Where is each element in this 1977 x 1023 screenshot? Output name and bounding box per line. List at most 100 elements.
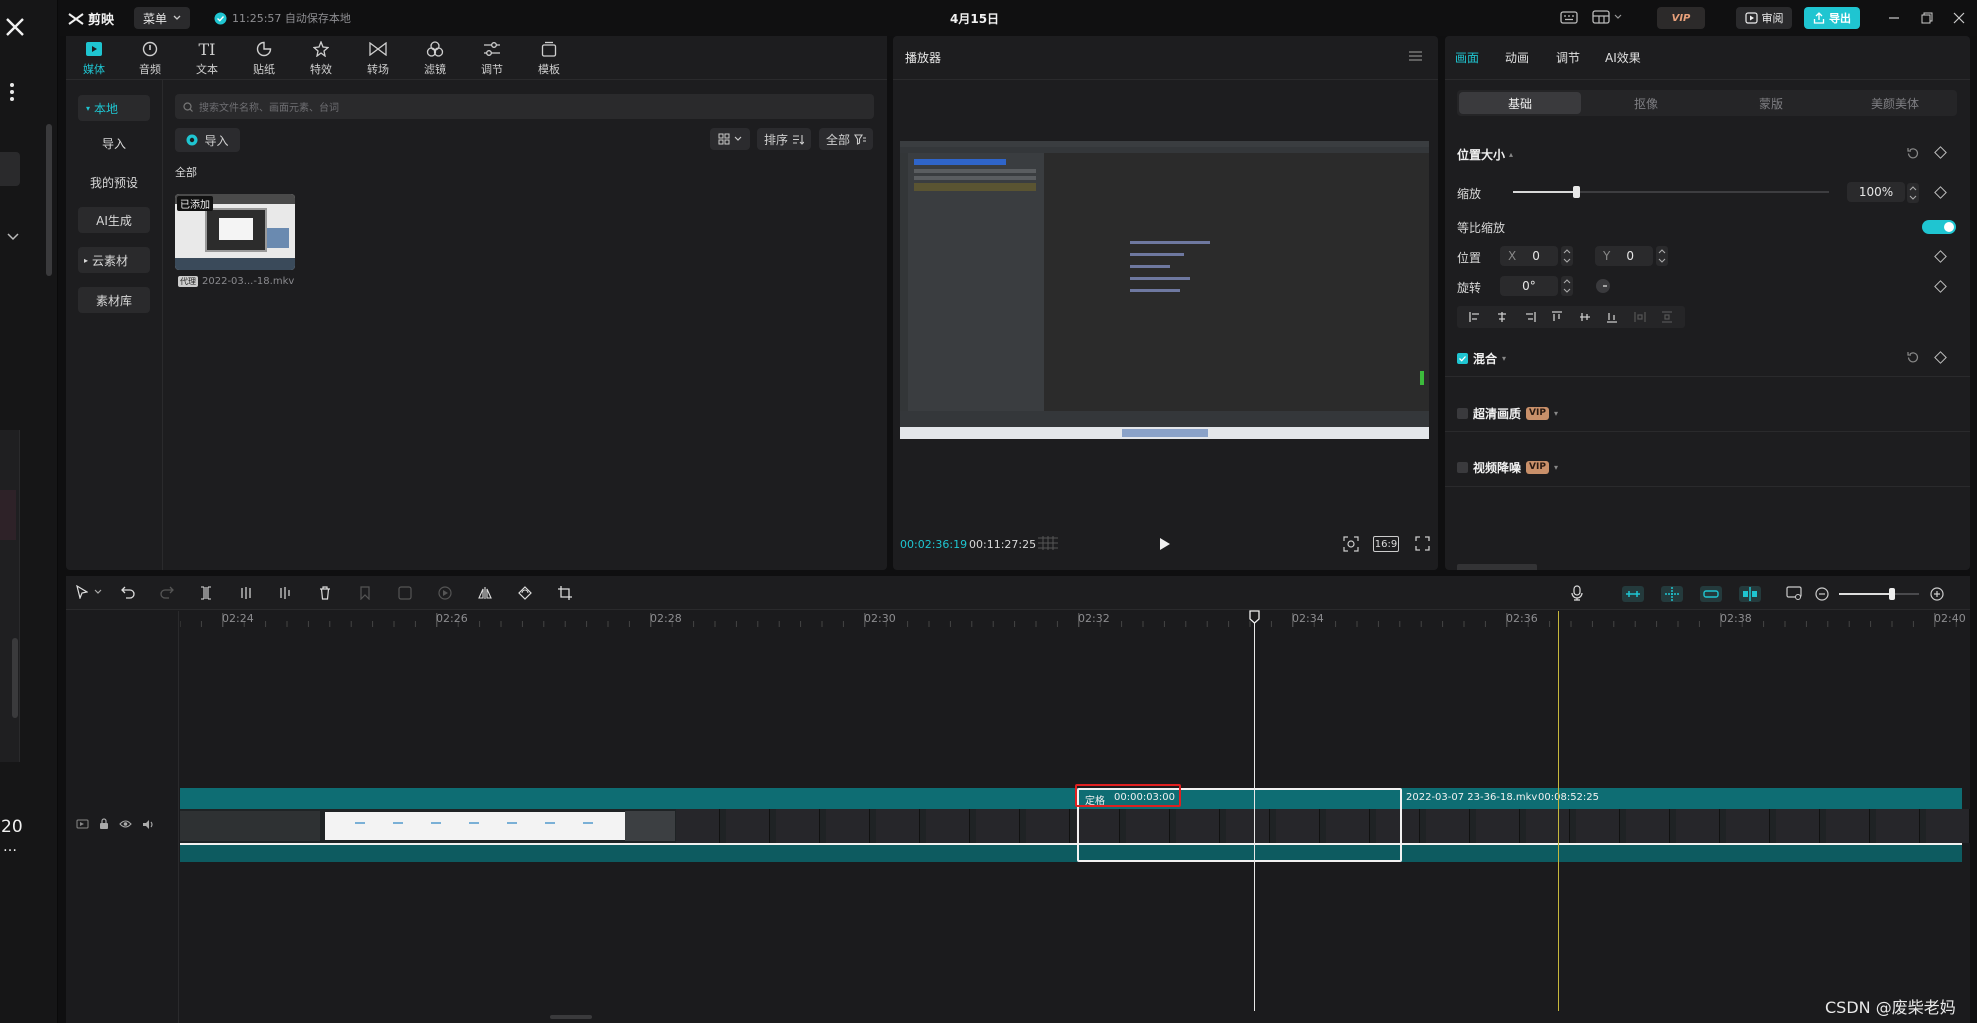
strip-tab[interactable] xyxy=(0,152,20,186)
align-center-v-icon[interactable] xyxy=(1579,311,1591,323)
distribute-v-icon[interactable] xyxy=(1661,311,1673,323)
rotation-input[interactable]: 0° xyxy=(1500,276,1558,296)
reverse-icon[interactable] xyxy=(438,586,452,600)
scale-input[interactable]: 100% xyxy=(1847,182,1905,202)
split-left-icon[interactable] xyxy=(240,586,252,600)
mark-icon[interactable] xyxy=(359,586,371,600)
import-button[interactable]: 导入 xyxy=(175,128,240,152)
tab-effects[interactable]: 特效 xyxy=(301,38,341,77)
tab-template[interactable]: 模板 xyxy=(529,38,569,77)
blend-header[interactable]: 混合 ▾ xyxy=(1457,350,1506,367)
aspect-ratio-button[interactable]: 16:9 xyxy=(1373,536,1399,552)
play-icon[interactable] xyxy=(1159,537,1171,551)
tab-audio[interactable]: 音频 xyxy=(130,38,170,77)
playhead-handle[interactable] xyxy=(1249,610,1260,624)
checkbox-icon[interactable] xyxy=(1457,408,1468,419)
tab-sticker[interactable]: 贴纸 xyxy=(244,38,284,77)
zoom-slider-thumb[interactable] xyxy=(1889,588,1895,600)
media-search-input[interactable]: 搜索文件名称、画面元素、台词 xyxy=(175,94,874,119)
checkbox-icon[interactable] xyxy=(1457,462,1468,473)
rotate-icon[interactable] xyxy=(518,586,532,600)
filter-button[interactable]: 全部 xyxy=(819,128,873,150)
sidebar-item-cloud[interactable]: ▸ 云素材 xyxy=(78,247,150,273)
scrollbar[interactable] xyxy=(46,124,52,276)
inspector-tab-video[interactable]: 画面 xyxy=(1455,49,1479,66)
position-x-stepper[interactable] xyxy=(1561,246,1573,266)
subtab-cutout[interactable]: 抠像 xyxy=(1585,92,1707,114)
sidebar-item-library[interactable]: 素材库 xyxy=(78,287,150,313)
keyboard-icon[interactable] xyxy=(1560,11,1578,24)
export-button[interactable]: 导出 xyxy=(1804,7,1860,29)
eye-icon[interactable] xyxy=(119,819,132,829)
inspector-tab-animation[interactable]: 动画 xyxy=(1505,49,1529,66)
mirror-icon[interactable] xyxy=(478,586,492,600)
scale-slider-thumb[interactable] xyxy=(1573,186,1581,198)
denoise-header[interactable]: 视频降噪 VIP ▾ xyxy=(1457,459,1558,476)
checkbox-checked-icon[interactable] xyxy=(1457,353,1468,364)
cover-toggle-icon[interactable] xyxy=(76,819,89,829)
align-right-icon[interactable] xyxy=(1524,311,1536,323)
position-y-stepper[interactable] xyxy=(1656,246,1668,266)
zoom-in-icon[interactable] xyxy=(1930,587,1944,601)
split-right-icon[interactable] xyxy=(279,586,291,600)
position-keyframe-icon[interactable] xyxy=(1934,250,1947,263)
inspector-tab-ai-effects[interactable]: AI效果 xyxy=(1605,49,1641,66)
align-bottom-icon[interactable] xyxy=(1606,311,1618,323)
align-center-h-icon[interactable] xyxy=(1496,311,1508,323)
chevron-down-icon[interactable] xyxy=(7,233,19,241)
rotation-keyframe-icon[interactable] xyxy=(1934,280,1947,293)
scale-stepper[interactable] xyxy=(1907,183,1919,203)
sidebar-item-local[interactable]: ▾ 本地 xyxy=(78,95,150,121)
select-tool[interactable] xyxy=(76,585,102,599)
waveform-grid-icon[interactable] xyxy=(1037,535,1059,551)
fullscreen-icon[interactable] xyxy=(1415,536,1430,551)
preview-axis-button[interactable] xyxy=(1739,586,1761,602)
tab-media[interactable]: 媒体 xyxy=(74,38,114,77)
split-icon[interactable] xyxy=(200,586,212,600)
distribute-h-icon[interactable] xyxy=(1634,311,1646,323)
sidebar-item-import[interactable]: 导入 xyxy=(78,135,150,152)
subtab-mask[interactable]: 蒙版 xyxy=(1710,92,1832,114)
align-top-icon[interactable] xyxy=(1551,311,1563,323)
tab-filter[interactable]: 滤镜 xyxy=(415,38,455,77)
tab-text[interactable]: TI 文本 xyxy=(187,38,227,77)
position-size-header[interactable]: 位置大小 ▴ xyxy=(1457,146,1513,163)
close-window-icon[interactable] xyxy=(1953,12,1965,24)
rotation-dial[interactable] xyxy=(1595,278,1611,294)
freeze-frame-icon[interactable] xyxy=(398,586,412,600)
restore-icon[interactable] xyxy=(1921,12,1933,24)
more-vertical-icon[interactable] xyxy=(9,82,15,102)
position-x-input[interactable]: X 0 xyxy=(1500,246,1558,266)
tab-transition[interactable]: 转场 xyxy=(358,38,398,77)
media-item-thumbnail[interactable]: 已添加 xyxy=(175,194,295,270)
vip-button[interactable]: VIP xyxy=(1657,7,1705,29)
redo-icon[interactable] xyxy=(160,586,174,599)
rotation-stepper[interactable] xyxy=(1561,276,1573,296)
timeline-scrollbar[interactable] xyxy=(550,1015,592,1019)
cover-icon[interactable] xyxy=(1786,586,1802,600)
delete-icon[interactable] xyxy=(319,586,331,600)
audio-mute-icon[interactable] xyxy=(142,819,154,830)
lock-icon[interactable] xyxy=(99,818,109,830)
video-preview[interactable] xyxy=(900,141,1429,439)
zoom-out-icon[interactable] xyxy=(1815,587,1829,601)
blend-keyframe-icon[interactable] xyxy=(1934,351,1947,364)
align-left-icon[interactable] xyxy=(1469,311,1481,323)
tab-adjust[interactable]: 调节 xyxy=(472,38,512,77)
minimize-icon[interactable] xyxy=(1888,12,1900,24)
subtab-basic[interactable]: 基础 xyxy=(1459,92,1581,114)
scale-keyframe-icon[interactable] xyxy=(1934,186,1947,199)
sort-button[interactable]: 排序 xyxy=(757,128,811,150)
strip-scrollbar[interactable] xyxy=(12,638,18,718)
linkage-button[interactable] xyxy=(1700,586,1722,602)
inspector-tab-adjust[interactable]: 调节 xyxy=(1556,49,1580,66)
review-button[interactable]: 审阅 xyxy=(1736,7,1792,29)
sidebar-item-presets[interactable]: 我的预设 xyxy=(78,174,150,191)
scale-slider-track[interactable] xyxy=(1513,186,1829,198)
menu-button[interactable]: 菜单 xyxy=(134,7,190,29)
hd-quality-header[interactable]: 超清画质 VIP ▾ xyxy=(1457,405,1558,422)
layout-switch[interactable] xyxy=(1592,10,1622,24)
zoom-slider[interactable] xyxy=(1839,588,1919,600)
close-icon[interactable] xyxy=(4,16,26,38)
crop-icon[interactable] xyxy=(558,586,572,600)
